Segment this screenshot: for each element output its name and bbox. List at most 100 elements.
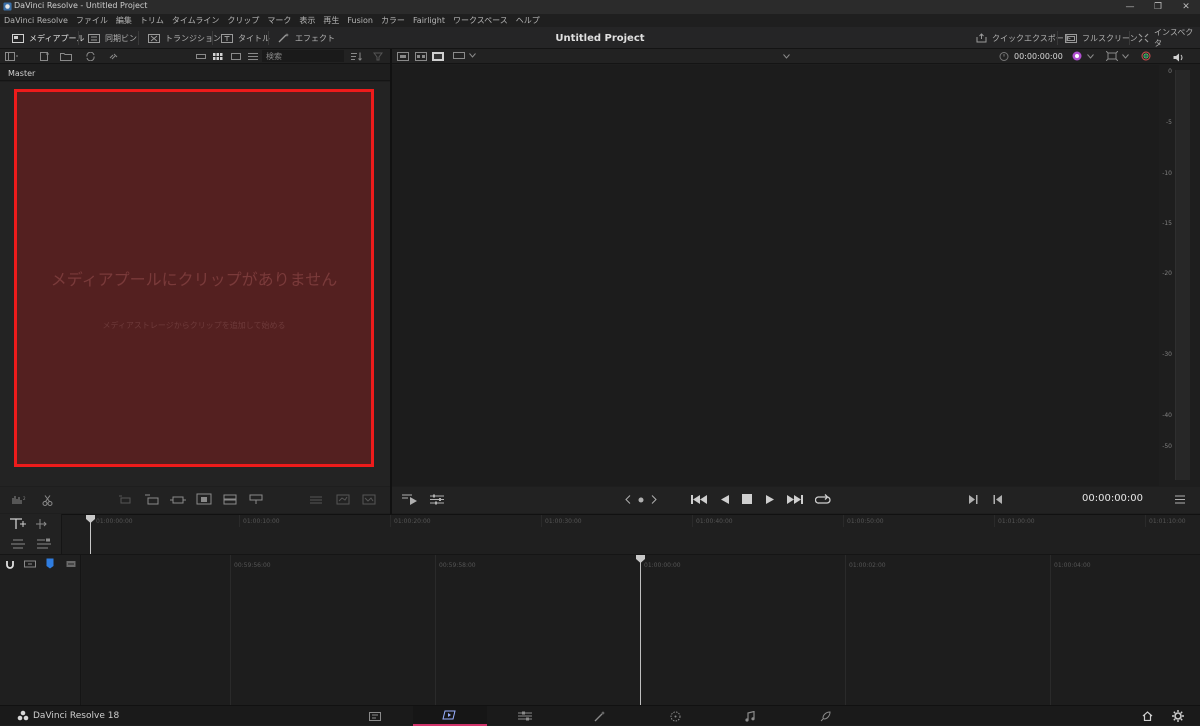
fullscreen-button[interactable]: フルスクリーン bbox=[1065, 27, 1138, 49]
gear-icon[interactable] bbox=[1172, 710, 1184, 722]
menu-color[interactable]: カラー bbox=[381, 15, 405, 26]
menu-timeline[interactable]: タイムライン bbox=[172, 15, 219, 26]
page-deliver[interactable] bbox=[788, 706, 862, 726]
viewer-timecode[interactable]: 00:00:00:00 bbox=[1014, 52, 1063, 61]
panel-toggle-icon[interactable] bbox=[5, 52, 19, 61]
menu-fusion[interactable]: Fusion bbox=[347, 16, 373, 25]
play-reverse-icon[interactable] bbox=[720, 494, 730, 505]
ripple-overwrite-icon[interactable] bbox=[170, 494, 186, 505]
menu-view[interactable]: 表示 bbox=[299, 15, 315, 26]
menu-davinci-resolve[interactable]: DaVinci Resolve bbox=[4, 16, 68, 25]
menu-hamburger-icon[interactable] bbox=[1175, 495, 1185, 504]
page-fairlight[interactable] bbox=[713, 706, 787, 726]
view-list-icon[interactable] bbox=[248, 52, 258, 61]
minimize-button[interactable]: — bbox=[1116, 0, 1144, 14]
media-pool-icon bbox=[12, 33, 24, 43]
previous-edit-icon[interactable] bbox=[968, 494, 978, 505]
viewer-cinema-icon[interactable] bbox=[432, 52, 444, 61]
menu-trim[interactable]: トリム bbox=[140, 15, 164, 26]
timeline-overview[interactable]: 01:00:00:00 01:00:10:00 01:00:20:00 01:0… bbox=[62, 514, 1200, 555]
timeline-tracks[interactable]: 00:59:56:00 00:59:58:00 01:00:00:00 01:0… bbox=[82, 555, 1200, 705]
timeline-options-3-icon[interactable] bbox=[362, 494, 376, 505]
menu-file[interactable]: ファイル bbox=[76, 15, 108, 26]
jog-right-icon[interactable] bbox=[651, 495, 657, 504]
place-on-top-icon[interactable] bbox=[223, 494, 237, 505]
source-overwrite-icon[interactable] bbox=[249, 493, 263, 505]
view-list-small-icon[interactable] bbox=[196, 52, 206, 61]
jog-dot-icon[interactable] bbox=[638, 497, 644, 503]
viewer-dual-icon[interactable] bbox=[415, 52, 427, 61]
link-icon[interactable] bbox=[108, 52, 119, 61]
view-filmstrip-icon[interactable] bbox=[231, 52, 241, 61]
next-edit-icon[interactable] bbox=[993, 494, 1003, 505]
zoom-full-icon[interactable] bbox=[10, 538, 26, 550]
filter-icon[interactable] bbox=[373, 52, 383, 61]
speaker-icon[interactable] bbox=[1173, 53, 1184, 62]
page-edit[interactable] bbox=[488, 706, 562, 726]
audio-waveform-icon[interactable]: 2 bbox=[12, 495, 28, 505]
menu-fairlight[interactable]: Fairlight bbox=[413, 16, 445, 25]
search-field[interactable]: 検索 bbox=[262, 50, 344, 62]
menu-mark[interactable]: マーク bbox=[267, 15, 291, 26]
timeline-tick: 01:00:10:00 bbox=[243, 518, 280, 525]
effects-button[interactable]: エフェクト bbox=[278, 27, 335, 49]
linked-selection-icon[interactable] bbox=[24, 559, 36, 569]
color-picker-dropdown[interactable] bbox=[1071, 51, 1094, 61]
loop-icon[interactable] bbox=[815, 493, 831, 505]
window-title: DaVinci Resolve - Untitled Project bbox=[14, 1, 148, 10]
trim-select-icon[interactable] bbox=[36, 518, 52, 530]
transitions-button[interactable]: トランジション bbox=[148, 27, 221, 49]
search-input[interactable]: 検索 bbox=[266, 51, 282, 62]
home-icon[interactable] bbox=[1142, 711, 1153, 721]
close-up-icon[interactable] bbox=[196, 493, 212, 505]
play-mode-icon[interactable] bbox=[402, 494, 418, 505]
import-media-icon[interactable] bbox=[40, 52, 50, 61]
page-media[interactable] bbox=[338, 706, 412, 726]
sort-icon[interactable] bbox=[350, 52, 362, 61]
playhead[interactable] bbox=[640, 555, 641, 705]
titles-button[interactable]: タイトル bbox=[221, 27, 270, 49]
settings-sliders-icon[interactable] bbox=[430, 494, 444, 505]
append-icon[interactable] bbox=[144, 494, 160, 505]
new-bin-icon[interactable] bbox=[60, 52, 72, 61]
smart-insert-icon[interactable] bbox=[118, 495, 132, 505]
menu-help[interactable]: ヘルプ bbox=[516, 15, 540, 26]
menu-edit[interactable]: 編集 bbox=[116, 15, 132, 26]
viewer-canvas[interactable] bbox=[392, 65, 1159, 486]
viewer-single-icon[interactable] bbox=[397, 52, 409, 61]
menu-workspace[interactable]: ワークスペース bbox=[453, 15, 508, 26]
transport-timecode[interactable]: 00:00:00:00 bbox=[1082, 493, 1152, 504]
close-button[interactable]: ✕ bbox=[1172, 0, 1200, 14]
track-select-icon[interactable] bbox=[10, 518, 26, 530]
sync-icon[interactable] bbox=[85, 52, 96, 61]
last-frame-icon[interactable] bbox=[787, 494, 803, 505]
inspector-button[interactable]: インスペクタ bbox=[1138, 27, 1200, 49]
color-scope-icon[interactable] bbox=[1141, 51, 1151, 61]
track-height-icon[interactable] bbox=[66, 559, 76, 569]
scissors-icon[interactable] bbox=[42, 495, 53, 506]
bin-header[interactable]: Master bbox=[0, 65, 390, 81]
media-pool-button[interactable]: メディアプール bbox=[12, 27, 84, 49]
flag-marker-icon[interactable] bbox=[46, 558, 54, 569]
menu-playback[interactable]: 再生 bbox=[323, 15, 339, 26]
maximize-button[interactable]: ❐ bbox=[1144, 0, 1172, 14]
jog-left-icon[interactable] bbox=[625, 495, 631, 504]
snapping-magnet-icon[interactable] bbox=[5, 559, 15, 570]
view-thumbnails-icon[interactable] bbox=[213, 52, 223, 61]
stop-icon[interactable] bbox=[742, 494, 752, 504]
transform-dropdown[interactable] bbox=[1106, 51, 1129, 61]
titles-icon bbox=[221, 33, 233, 43]
viewer-dropdown-chevron-icon[interactable] bbox=[783, 54, 790, 59]
timeline-options-1-icon[interactable] bbox=[309, 495, 323, 505]
sync-bin-button[interactable]: 同期ビン bbox=[88, 27, 137, 49]
zoom-detail-icon[interactable] bbox=[36, 538, 52, 550]
viewer-mode-dropdown[interactable] bbox=[453, 51, 476, 60]
timeline-options-2-icon[interactable] bbox=[336, 494, 350, 505]
play-icon[interactable] bbox=[765, 494, 775, 505]
menu-clip[interactable]: クリップ bbox=[227, 15, 259, 26]
page-cut[interactable] bbox=[413, 706, 487, 726]
page-fusion[interactable] bbox=[563, 706, 637, 726]
playhead-marker-icon[interactable] bbox=[86, 515, 95, 523]
first-frame-icon[interactable] bbox=[691, 494, 707, 505]
page-color[interactable] bbox=[638, 706, 712, 726]
